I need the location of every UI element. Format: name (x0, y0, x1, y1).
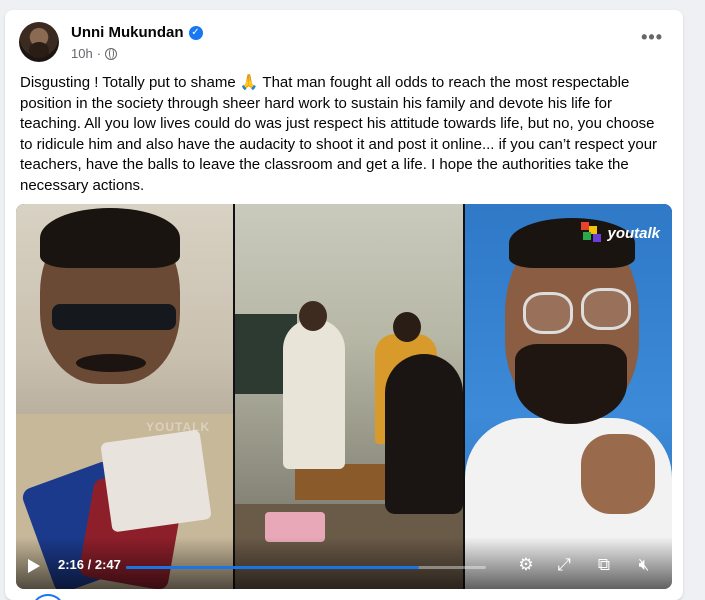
picture-in-picture-icon[interactable]: ⧉ (594, 555, 614, 575)
avatar-beard (29, 42, 49, 58)
author-avatar[interactable] (19, 22, 59, 62)
brand-logo: youtalk (581, 222, 660, 244)
meta-separator: · (96, 46, 102, 61)
post-card: Unni Mukundan ✓ 10h · ••• Disgusting ! T… (5, 10, 683, 600)
video-controls: 2:16 / 2:47 ⚙ ⤢ ⧉ 🔇︎ (16, 537, 672, 589)
brand-name: youtalk (607, 224, 660, 242)
video-panel-middle (235, 204, 463, 589)
video-watermark: YOUTALK (146, 420, 211, 434)
post-text: Disgusting ! Totally put to shame 🙏 That… (20, 74, 658, 194)
video-panel-right: youtalk (465, 204, 672, 589)
video-panel-left: YOUTALK (16, 204, 233, 589)
volume-muted-icon[interactable]: 🔇︎ (634, 555, 654, 575)
video-player[interactable]: YOUTALK youtalk 2:16 / 2:47 ⚙ ⤢ ⧉ 🔇︎ (16, 204, 672, 589)
globe-icon (105, 47, 118, 60)
fullscreen-icon[interactable]: ⤢ (554, 555, 574, 575)
comment-avatar[interactable] (31, 594, 65, 600)
post-timestamp[interactable]: 10h (71, 46, 93, 61)
video-progress-bar[interactable] (126, 566, 486, 569)
youtalk-logo-icon (581, 222, 603, 244)
settings-gear-icon[interactable]: ⚙ (516, 555, 536, 575)
post-meta: 10h · (71, 46, 118, 61)
video-time: 2:16 / 2:47 (58, 557, 121, 572)
more-options-icon[interactable]: ••• (641, 28, 663, 46)
video-progress-fill (126, 566, 420, 569)
verified-badge-icon: ✓ (188, 25, 203, 40)
author-name[interactable]: Unni Mukundan (71, 24, 184, 41)
play-icon[interactable] (28, 559, 40, 573)
post-header: Unni Mukundan ✓ 10h · ••• (19, 22, 669, 66)
author-name-row: Unni Mukundan ✓ (71, 24, 203, 41)
